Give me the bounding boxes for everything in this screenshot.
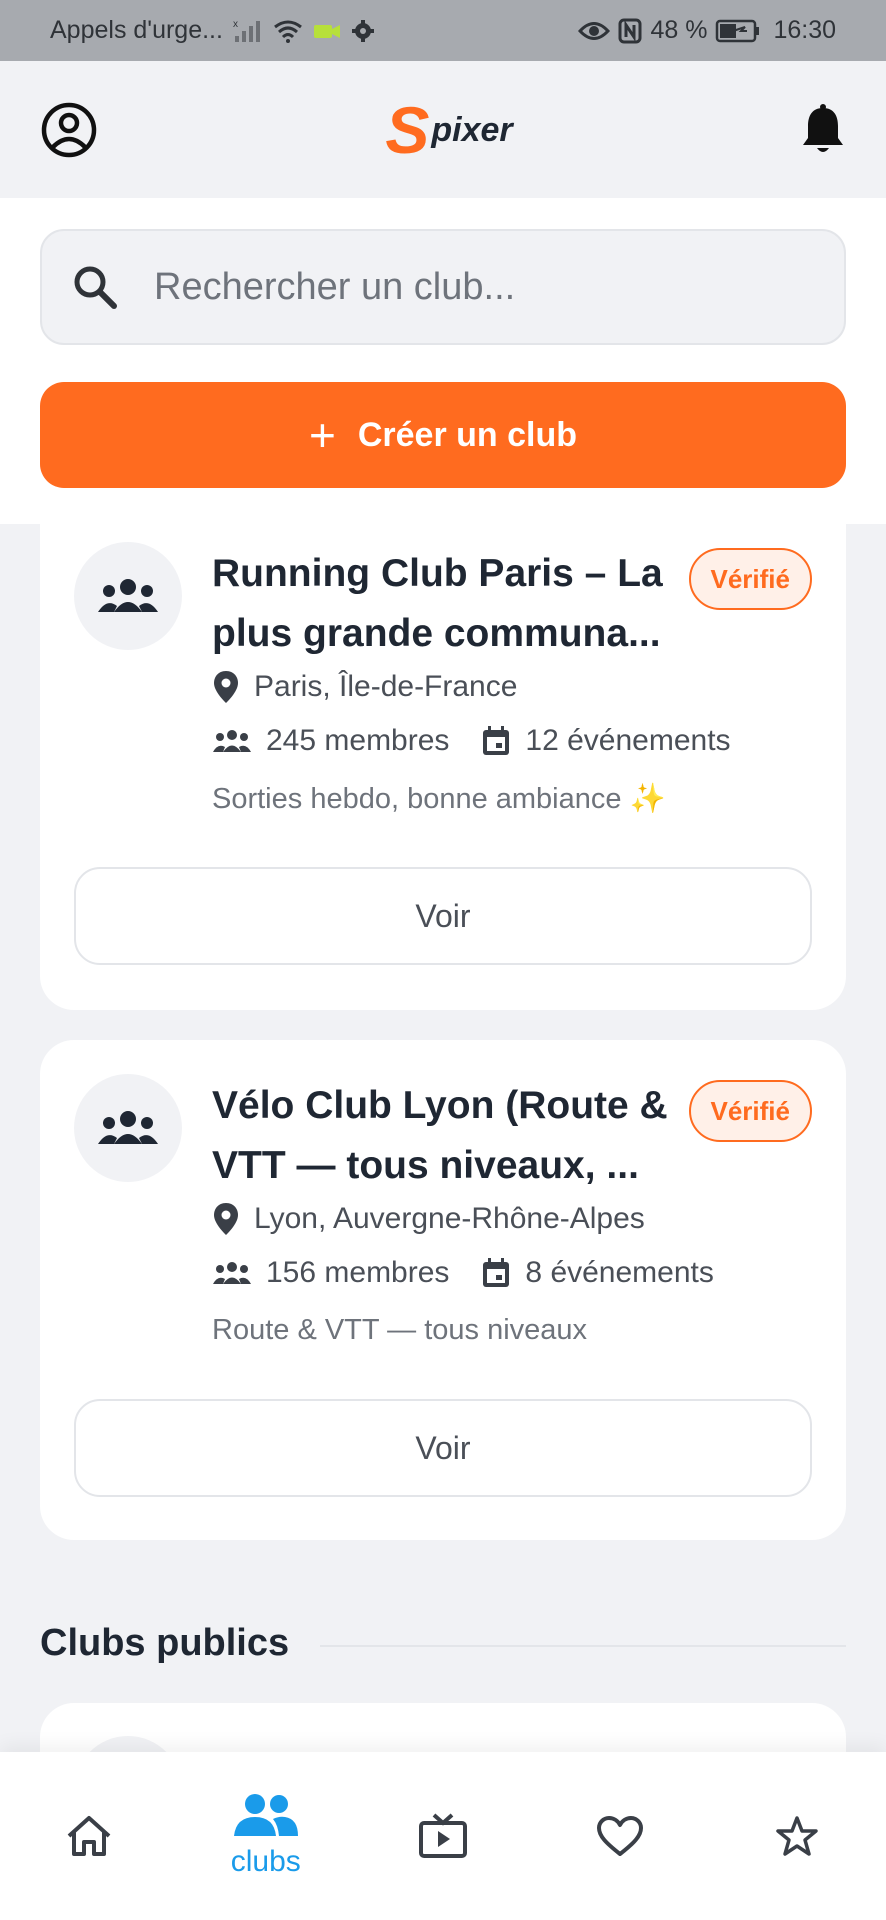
club-card[interactable]: Vélo Club Lyon (Route & VTT — tous nivea… [40,1040,846,1540]
clock-time: 16:30 [773,16,836,44]
club-location: Paris, Île-de-France [212,670,517,704]
nav-starred[interactable] [722,1766,872,1906]
club-stats: 245 membres 12 événements [212,724,731,758]
club-description: Route & VTT — tous niveaux [212,1314,588,1346]
location-text: Lyon, Auvergne-Rhône-Alpes [254,1202,645,1235]
club-title: Running Club Paris – La plus grande comm… [212,552,663,655]
eye-icon [578,20,611,42]
nav-tv[interactable] [368,1766,518,1906]
logo-letter: S [385,92,430,167]
nav-clubs[interactable]: clubs [191,1766,341,1906]
verified-badge: Vérifié [688,1080,812,1142]
star-icon [776,1816,819,1856]
signal-icon: x [233,18,263,44]
members-count: 156 membres [266,1256,450,1289]
profile-avatar-icon[interactable] [40,101,98,159]
search-bar[interactable] [40,229,846,345]
status-bar: Appels d'urge... x 48 % 16:30 [0,0,886,61]
club-title: Vélo Club Lyon (Route & VTT — tous nivea… [212,1084,668,1187]
search-icon [72,264,118,310]
calendar-icon [481,725,511,757]
nav-clubs-label: clubs [230,1845,301,1878]
club-stats: 156 membres 8 événements [212,1256,714,1290]
nav-favorites[interactable] [545,1766,695,1906]
app-header: S pixer [0,61,886,198]
video-call-icon [313,21,341,41]
status-right: 48 % 16:30 [578,16,836,45]
battery-charging-icon [715,19,761,43]
battery-percent: 48 % [650,16,708,44]
home-icon [67,1816,110,1856]
group-icon [233,1794,298,1836]
svg-text:x: x [233,19,238,30]
calendar-icon [481,1257,511,1289]
events-count: 12 événements [525,724,731,757]
public-clubs-heading: Clubs publics [40,1622,290,1664]
verified-badge: Vérifié [688,548,812,610]
members-count: 245 membres [266,724,450,757]
settings-gear-icon [351,19,375,43]
view-club-button[interactable]: Voir [74,1399,812,1497]
club-avatar [74,542,182,650]
group-icon [98,1111,158,1144]
status-left: Appels d'urge... x [50,16,375,45]
search-input[interactable] [154,265,794,309]
location-pin-icon [212,670,240,704]
members-icon [212,1261,252,1285]
club-location: Lyon, Auvergne-Rhône-Alpes [212,1202,645,1236]
view-club-button[interactable]: Voir [74,867,812,965]
bottom-navigation: clubs [0,1752,886,1920]
tv-icon [418,1813,467,1858]
club-description: Sorties hebdo, bonne ambiance ✨ [212,783,666,815]
members-icon [212,729,252,753]
wifi-icon [273,19,303,43]
club-avatar [74,1074,182,1182]
location-text: Paris, Île-de-France [254,670,518,703]
club-card[interactable]: Running Club Paris – La plus grande comm… [40,520,846,1010]
plus-icon: + [308,409,336,461]
top-panel: + Créer un club [0,198,886,524]
create-club-label: Créer un club [357,415,578,454]
section-divider [320,1645,846,1647]
events-count: 8 événements [525,1256,714,1289]
nav-home[interactable] [14,1766,164,1906]
heart-icon [597,1816,644,1856]
create-club-button[interactable]: + Créer un club [40,382,846,488]
app-logo: S pixer [385,92,513,167]
group-icon [98,579,158,612]
location-pin-icon [212,1202,240,1236]
nfc-icon [618,18,642,44]
notification-bell-icon[interactable] [800,103,846,156]
logo-text: pixer [431,110,513,149]
carrier-text: Appels d'urge... [50,16,223,44]
